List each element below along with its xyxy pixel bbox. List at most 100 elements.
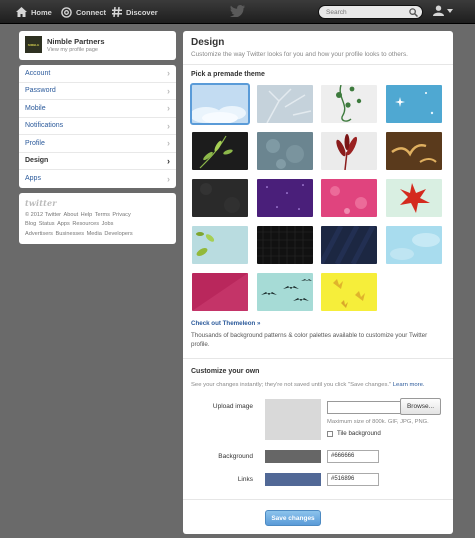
footer-link[interactable]: Terms [95,212,110,218]
footer-copyright: © 2012 Twitter [25,212,62,218]
menu-item-label: Mobile [25,104,46,112]
chevron-right-icon: › [167,173,170,184]
search-input[interactable] [326,6,412,18]
menu-item-password[interactable]: Password › [19,83,176,100]
footer-link[interactable]: Status [39,221,55,227]
menu-item-design[interactable]: Design › [19,153,176,170]
customize-note: See your changes instantly; they're not … [191,382,425,388]
file-path-field[interactable] [327,401,401,414]
theme-light-blue-clouds[interactable] [386,226,442,264]
themeleon-description: Thousands of background patterns & color… [191,332,428,348]
footer-link[interactable]: Media [87,231,102,237]
caret-down-icon [447,8,453,13]
user-menu[interactable] [433,5,453,16]
links-color-label: Links [237,476,253,483]
menu-item-profile[interactable]: Profile › [19,135,176,153]
menu-item-label: Notifications [25,122,64,130]
footer-link[interactable]: Blog [25,221,36,227]
theme-red-maple[interactable] [386,179,442,217]
footer-link[interactable]: Help [81,212,93,218]
background-color-swatch[interactable] [265,450,321,463]
theme-magenta-diagonal[interactable] [192,273,248,311]
profile-name[interactable]: Nimble Partners [47,37,105,46]
menu-item-label: Account [25,69,51,77]
theme-leaves-teal[interactable] [192,226,248,264]
twitter-logo: twitter [25,198,57,208]
nav-home[interactable]: Home [16,0,52,24]
theme-green-leaves-dark[interactable] [192,132,248,170]
home-icon [16,7,27,17]
nav-connect[interactable]: Connect [61,0,106,24]
footer-link[interactable]: Businesses [55,231,84,237]
customize-note-text: See your changes instantly; they're not … [191,382,392,388]
theme-tree-branches[interactable] [257,85,313,123]
footer-link[interactable]: About [64,212,79,218]
upload-size-note: Maximum size of 800k. GIF, JPG, PNG. [327,419,429,425]
theme-purple-stars[interactable] [257,179,313,217]
profile-page-link[interactable]: View my profile page [47,47,98,53]
footer-card: twitter © 2012 Twitter About Help Terms Priv… [19,193,176,244]
theme-dark-texture[interactable] [192,179,248,217]
chevron-right-icon: › [167,120,170,131]
background-color-label: Background [218,453,253,460]
top-navigation-bar: Home Connect Discover [0,0,475,24]
theme-pink-flowers[interactable] [321,179,377,217]
theme-clouds[interactable] [190,83,250,125]
nav-discover[interactable]: Discover [112,0,158,24]
theme-flying-birds[interactable] [257,273,313,311]
premade-theme-heading: Pick a premade theme [191,71,265,78]
footer-link[interactable]: Apps [57,221,70,227]
save-changes-button[interactable]: Save changes [265,510,321,526]
footer-link[interactable]: Developers [104,231,132,237]
menu-item-label: Password [25,87,56,95]
chevron-right-icon: › [167,138,170,149]
theme-brown-birds[interactable] [386,132,442,170]
background-color-field[interactable]: #666666 [327,450,379,463]
theme-red-plant[interactable] [321,132,377,170]
footer-link[interactable]: Resources [72,221,99,227]
twitter-bird-icon[interactable] [230,5,245,17]
nav-connect-label: Connect [76,7,106,17]
learn-more-link[interactable]: Learn more. [393,382,425,388]
upload-preview [265,399,321,440]
links-color-field[interactable]: #516896 [327,473,379,486]
hash-icon [112,7,122,17]
footer-link[interactable]: Advertisers [25,231,53,237]
search-icon[interactable] [409,8,418,17]
avatar-logo-text: NIMBLE [27,42,40,47]
menu-item-label: Apps [25,175,41,183]
divider [183,499,453,500]
theme-floral-gray[interactable] [257,132,313,170]
tile-background-row[interactable]: Tile background [327,430,381,437]
menu-item-account[interactable]: Account › [19,65,176,83]
theme-navy-stripes[interactable] [321,226,377,264]
menu-item-notifications[interactable]: Notifications › [19,118,176,135]
themeleon-link[interactable]: Check out Themeleon » [191,320,260,327]
footer-link[interactable]: Privacy [112,212,130,218]
menu-item-label: Profile [25,139,45,147]
page-title: Design [191,37,225,48]
customize-heading: Customize your own [191,368,260,375]
theme-sparkle-blue[interactable] [386,85,442,123]
settings-menu: Account › Password › Mobile › Notifications… [19,65,176,188]
avatar[interactable]: NIMBLE [25,36,42,53]
tile-background-checkbox[interactable] [327,430,333,437]
page-subtitle: Customize the way Twitter looks for you … [191,51,408,58]
theme-vines[interactable] [321,85,377,123]
chevron-right-icon: › [167,68,170,79]
chevron-right-icon: › [167,155,170,166]
links-color-swatch[interactable] [265,473,321,486]
footer-link[interactable]: Jobs [102,221,114,227]
menu-item-apps[interactable]: Apps › [19,170,176,188]
theme-yellow-butterflies[interactable] [321,273,377,311]
profile-card[interactable]: NIMBLE Nimble Partners View my profile p… [19,31,176,60]
divider [183,64,453,65]
footer-links: © 2012 Twitter About Help Terms Privacy Blog… [25,211,170,239]
nav-home-label: Home [31,7,52,17]
browse-button[interactable]: Browse... [400,398,441,415]
menu-item-label: Design [25,157,49,165]
theme-black-hex[interactable] [257,226,313,264]
user-icon [433,5,444,16]
menu-item-mobile[interactable]: Mobile › [19,100,176,118]
divider [183,358,453,359]
